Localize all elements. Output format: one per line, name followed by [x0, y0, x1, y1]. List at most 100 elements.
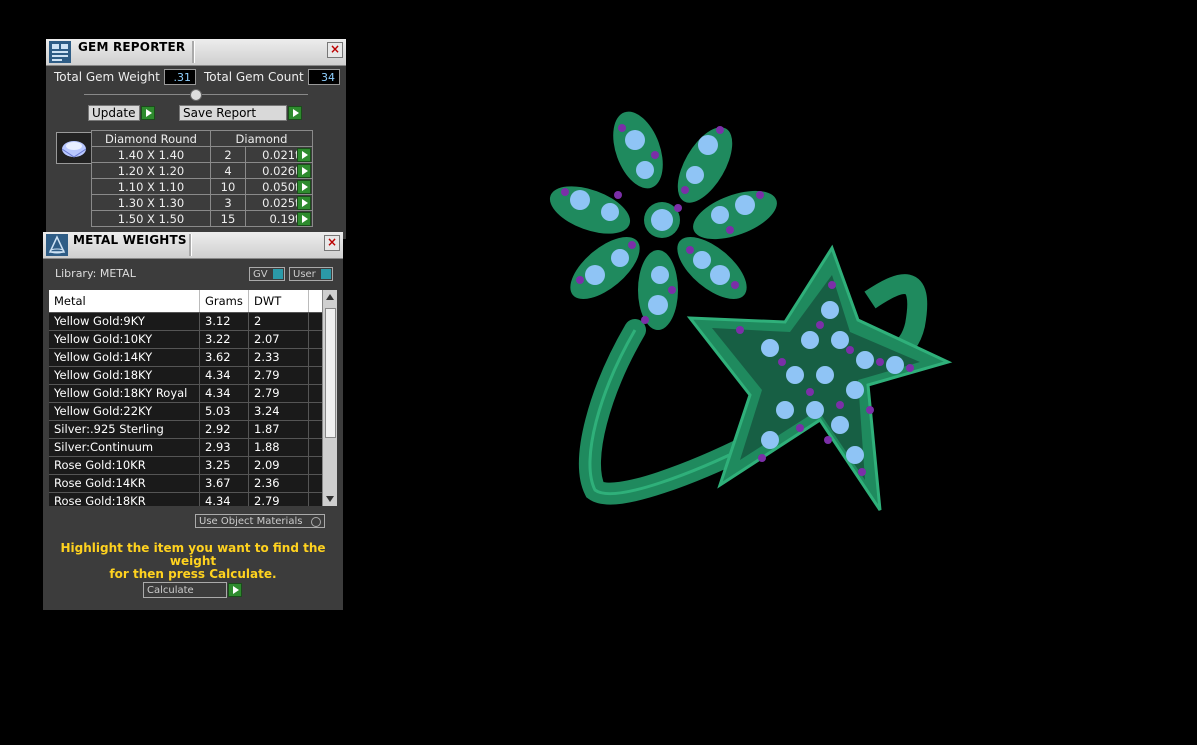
metal-row[interactable]: Rose Gold:10KR 3.25 2.09 [49, 457, 337, 475]
metal-dwt: 1.88 [249, 439, 309, 456]
metal-grams: 3.62 [200, 349, 249, 366]
scroll-thumb[interactable] [325, 308, 336, 438]
diamond-icon [61, 141, 87, 158]
select-gem-arrow-icon[interactable] [297, 196, 311, 210]
metal-name: Yellow Gold:14KY [49, 349, 200, 366]
metal-row[interactable]: Yellow Gold:18KY 4.34 2.79 [49, 367, 337, 385]
metal-name: Silver:.925 Sterling [49, 421, 200, 438]
gem-table-row[interactable]: 1.50 X 1.50 15 0.19tw [91, 210, 313, 227]
metal-dwt: 2.79 [249, 367, 309, 384]
gem-reporter-icon [49, 41, 71, 63]
gem-table-row[interactable]: 1.10 X 1.10 10 0.050tw [91, 178, 313, 195]
metal-dwt: 2.09 [249, 457, 309, 474]
use-object-materials-toggle[interactable]: Use Object Materials [195, 514, 325, 528]
select-gem-arrow-icon[interactable] [297, 180, 311, 194]
library-label: Library: METAL [55, 267, 136, 280]
metal-row[interactable]: Silver:Continuum 2.93 1.88 [49, 439, 337, 457]
close-icon[interactable]: × [324, 235, 340, 251]
metal-name: Silver:Continuum [49, 439, 200, 456]
hint-line-2: for then press Calculate. [109, 567, 277, 581]
metal-dwt: 2.07 [249, 331, 309, 348]
save-report-arrow-icon[interactable] [288, 106, 302, 120]
metal-grams: 2.93 [200, 439, 249, 456]
scroll-up-icon[interactable] [326, 294, 334, 300]
update-arrow-icon[interactable] [141, 106, 155, 120]
gem-table-row[interactable]: 1.40 X 1.40 2 0.021tw [91, 146, 313, 163]
close-icon[interactable]: × [327, 42, 343, 58]
metal-grams: 3.67 [200, 475, 249, 492]
metal-name: Yellow Gold:22KY [49, 403, 200, 420]
dwt-column-header[interactable]: DWT [249, 290, 309, 312]
gem-size: 1.40 X 1.40 [91, 146, 211, 163]
ring-3d-model[interactable] [540, 100, 960, 520]
metal-grams: 4.34 [200, 367, 249, 384]
metal-grams: 5.03 [200, 403, 249, 420]
grams-column-header[interactable]: Grams [200, 290, 249, 312]
gem-count: 2 [210, 146, 246, 163]
metal-row[interactable]: Yellow Gold:10KY 3.22 2.07 [49, 331, 337, 349]
metal-row[interactable]: Yellow Gold:14KY 3.62 2.33 [49, 349, 337, 367]
user-toggle-label: User [293, 269, 316, 280]
metal-dwt: 2.33 [249, 349, 309, 366]
select-gem-arrow-icon[interactable] [297, 164, 311, 178]
select-gem-arrow-icon[interactable] [297, 212, 311, 226]
gem-table: Diamond Round Diamond 1.40 X 1.40 2 0.02… [91, 130, 313, 227]
metal-name: Rose Gold:18KR [49, 493, 200, 506]
total-gem-weight-value: .31 [164, 69, 196, 85]
total-gem-count-label: Total Gem Count [204, 70, 304, 84]
save-report-button[interactable]: Save Report [179, 105, 287, 121]
hint-line-1: Highlight the item you want to find the … [60, 541, 326, 568]
gem-size: 1.50 X 1.50 [91, 210, 211, 227]
gem-table-row[interactable]: 1.20 X 1.20 4 0.026tw [91, 162, 313, 179]
gem-count: 4 [210, 162, 246, 179]
calculate-button[interactable]: Calculate [143, 582, 227, 598]
metal-row[interactable]: Rose Gold:18KR 4.34 2.79 [49, 493, 337, 506]
radio-icon [311, 517, 321, 527]
metal-dwt: 1.87 [249, 421, 309, 438]
use-object-materials-label: Use Object Materials [199, 516, 303, 527]
gem-reporter-title: GEM REPORTER [78, 40, 186, 54]
metal-grams: 4.34 [200, 385, 249, 402]
gem-size: 1.20 X 1.20 [91, 162, 211, 179]
gem-count: 15 [210, 210, 246, 227]
metal-grams: 3.22 [200, 331, 249, 348]
gem-table-row[interactable]: 1.30 X 1.30 3 0.025tw [91, 194, 313, 211]
metal-dwt: 2.79 [249, 493, 309, 506]
metal-row[interactable]: Yellow Gold:22KY 5.03 3.24 [49, 403, 337, 421]
flower-motif [549, 111, 777, 330]
gv-toggle[interactable]: GV [249, 267, 285, 281]
metal-row[interactable]: Rose Gold:14KR 3.67 2.36 [49, 475, 337, 493]
calculate-arrow-icon[interactable] [228, 583, 242, 597]
gem-reporter-titlebar[interactable]: GEM REPORTER × [46, 39, 346, 66]
metal-weights-title: METAL WEIGHTS [73, 233, 187, 247]
gem-size: 1.30 X 1.30 [91, 194, 211, 211]
metal-list-header: Metal Grams DWT [49, 290, 337, 313]
select-gem-arrow-icon[interactable] [297, 148, 311, 162]
metal-list[interactable]: Metal Grams DWT Yellow Gold:9KY 3.12 2 Yel… [49, 290, 337, 506]
metal-weights-panel: METAL WEIGHTS × Library: METAL GV User M… [43, 232, 343, 610]
panel-splitter-handle[interactable] [190, 89, 202, 101]
titlebar-divider [189, 234, 192, 256]
metal-grams: 3.12 [200, 313, 249, 330]
metal-row[interactable]: Yellow Gold:18KY Royal 4.34 2.79 [49, 385, 337, 403]
toggle-indicator [273, 269, 283, 279]
metal-name: Rose Gold:10KR [49, 457, 200, 474]
metal-row[interactable]: Silver:.925 Sterling 2.92 1.87 [49, 421, 337, 439]
update-button[interactable]: Update [88, 105, 140, 121]
metal-dwt: 3.24 [249, 403, 309, 420]
metal-weights-titlebar[interactable]: METAL WEIGHTS × [43, 232, 343, 259]
gem-count: 10 [210, 178, 246, 195]
diamond-round-thumbnail[interactable] [56, 132, 92, 164]
metal-row[interactable]: Yellow Gold:9KY 3.12 2 [49, 313, 337, 331]
user-toggle[interactable]: User [289, 267, 333, 281]
toggle-indicator [321, 269, 331, 279]
scroll-down-icon[interactable] [326, 496, 334, 502]
metal-column-header[interactable]: Metal [49, 290, 200, 312]
metal-grams: 3.25 [200, 457, 249, 474]
metal-dwt: 2.36 [249, 475, 309, 492]
metal-grams: 2.92 [200, 421, 249, 438]
metal-name: Rose Gold:14KR [49, 475, 200, 492]
metal-list-scrollbar[interactable] [322, 290, 337, 506]
gem-count: 3 [210, 194, 246, 211]
calculate-hint: Highlight the item you want to find the … [49, 542, 337, 581]
